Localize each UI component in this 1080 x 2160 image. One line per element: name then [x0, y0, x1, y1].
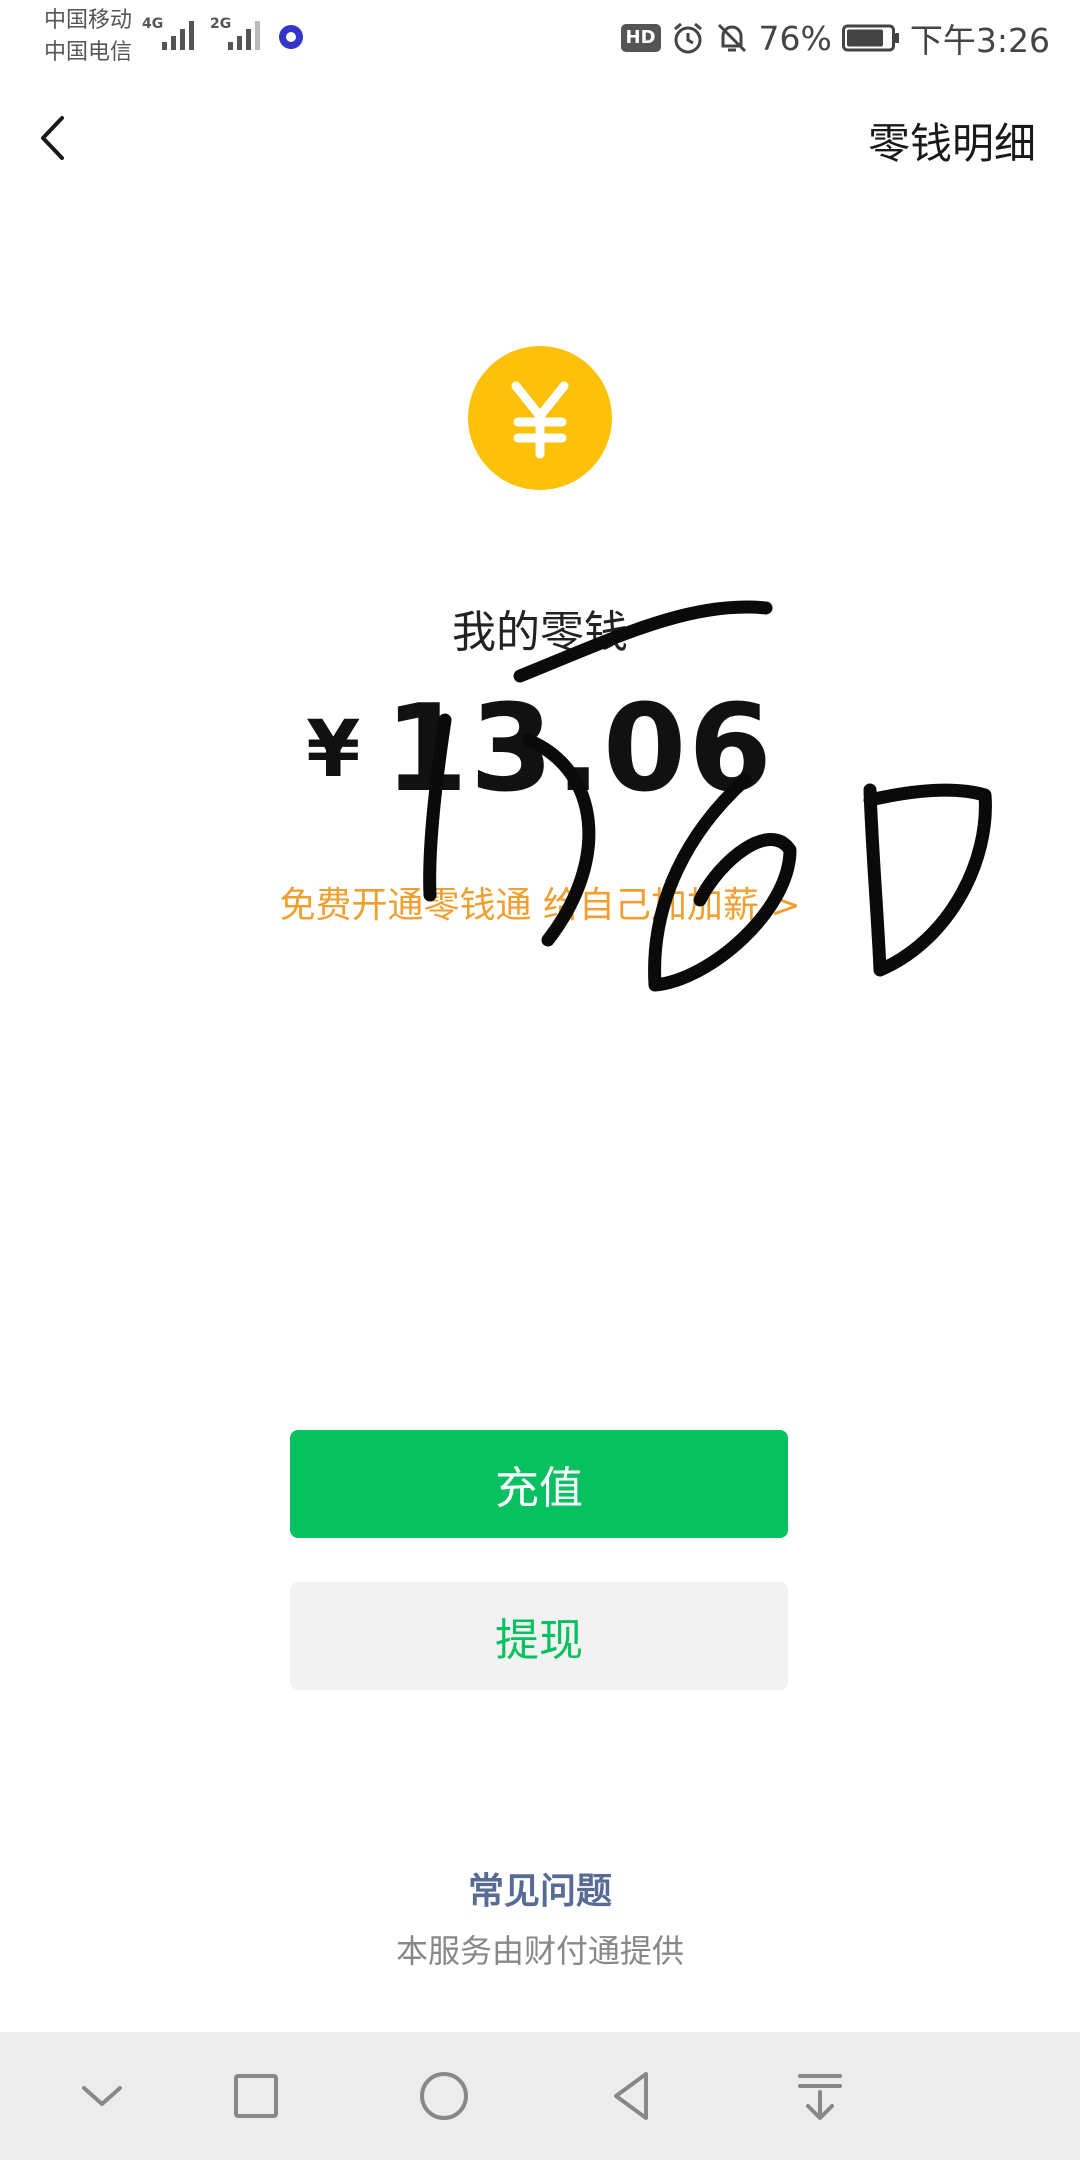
- lingqiantong-promo-link[interactable]: 免费开通零钱通 给自己加加薪 >: [0, 876, 1080, 928]
- collapse-chevron-icon[interactable]: [72, 2066, 132, 2126]
- system-nav-bar: [0, 2032, 1080, 2160]
- clock: 下午3:26: [909, 21, 1050, 60]
- status-bar: 中国移动 中国电信 4G 2G HD 76% 下午3:26: [0, 0, 1080, 76]
- withdraw-button[interactable]: 提现: [290, 1582, 788, 1690]
- signal-icon-1: [162, 21, 194, 50]
- faq-link[interactable]: 常见问题: [0, 1862, 1080, 1914]
- notification-pulldown-icon[interactable]: [790, 2066, 850, 2126]
- back-arrow-icon[interactable]: [30, 108, 80, 168]
- hd-badge: HD: [620, 24, 661, 52]
- carrier-2: 中国电信: [44, 40, 133, 65]
- app-notification-icon: [279, 25, 303, 49]
- signal-icon-2: [228, 21, 260, 50]
- wallet-coin-icon: [468, 346, 612, 490]
- transaction-details-link[interactable]: 零钱明细: [868, 110, 1036, 171]
- alarm-icon: [673, 22, 702, 54]
- status-bar-right: HD 76% 下午3:26: [620, 14, 1050, 62]
- carrier-1: 中国移动: [44, 8, 133, 33]
- back-triangle-icon[interactable]: [602, 2066, 662, 2126]
- service-provider-note: 本服务由财付通提供: [395, 1932, 684, 1970]
- balance-amount-row: ¥13.06: [0, 680, 1080, 820]
- battery-icon: [841, 24, 899, 52]
- recharge-button[interactable]: 充值: [290, 1430, 788, 1538]
- balance-label: 我的零钱: [452, 607, 628, 658]
- balance-amount: 13.06: [384, 680, 774, 819]
- handwritten-scribble-overlay: [423, 600, 992, 992]
- currency-symbol: ¥: [306, 705, 363, 795]
- mute-bell-icon: [717, 23, 746, 53]
- battery-percent: 76%: [758, 18, 832, 58]
- recents-square-icon[interactable]: [226, 2066, 286, 2126]
- home-circle-icon[interactable]: [414, 2066, 474, 2126]
